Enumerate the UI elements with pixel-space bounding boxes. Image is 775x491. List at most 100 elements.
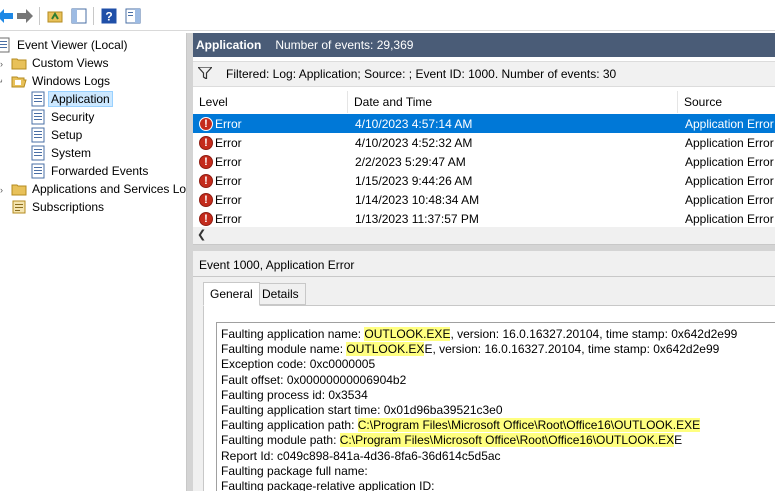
- scroll-left-icon[interactable]: ❮: [197, 228, 206, 241]
- help-button[interactable]: ?: [100, 7, 118, 25]
- event-source: Application Error: [685, 192, 774, 207]
- error-icon: !: [199, 135, 213, 150]
- tab-details[interactable]: Details: [255, 283, 306, 305]
- folder-icon: [11, 181, 27, 197]
- column-header-level[interactable]: Level: [193, 91, 348, 113]
- tree-item-label: Setup: [51, 128, 83, 142]
- details-title: Event 1000, Application Error: [199, 258, 355, 272]
- description-line: Report Id: c049c898-841a-4d36-8fa6-36d61…: [221, 448, 501, 463]
- error-icon: !: [199, 173, 213, 188]
- tree-item-application[interactable]: Application: [30, 90, 113, 108]
- table-row[interactable]: ! Error 4/10/2023 4:52:32 AM Application …: [193, 133, 775, 152]
- description-line: Faulting package-relative application ID…: [221, 478, 435, 491]
- tree-item-security[interactable]: Security: [30, 108, 96, 126]
- description-line: Faulting module path: C:\Program Files\M…: [221, 433, 683, 448]
- tree-item-label: Event Viewer (Local): [17, 38, 128, 52]
- event-datetime: 4/10/2023 4:52:32 AM: [355, 135, 473, 150]
- event-count: Number of events: 29,369: [275, 38, 414, 52]
- tree-item-subscriptions[interactable]: Subscriptions: [11, 198, 106, 216]
- table-row[interactable]: ! Error 4/10/2023 4:57:14 AM Application …: [193, 114, 775, 133]
- show-action-pane-button[interactable]: [124, 7, 142, 25]
- details-body: General Details Faulting application nam…: [193, 276, 775, 491]
- tree-item-system[interactable]: System: [30, 144, 93, 162]
- tab-general[interactable]: General: [203, 282, 260, 306]
- log-icon: [30, 145, 46, 161]
- event-level: Error: [215, 135, 242, 150]
- tree-item-label: Custom Views: [32, 56, 109, 70]
- highlighted-text: C:\Program Files\Microsoft Office\Root\O…: [339, 433, 675, 448]
- svg-text:?: ?: [105, 10, 112, 24]
- event-level: Error: [215, 211, 242, 226]
- highlighted-text: OUTLOOK.EXE: [364, 327, 451, 341]
- filter-text: Filtered: Log: Application; Source: ; Ev…: [226, 67, 617, 81]
- toolbar-separator: [39, 7, 40, 25]
- tree-item-label: Subscriptions: [32, 200, 105, 214]
- description-line: Faulting application name: OUTLOOK.EXE, …: [221, 327, 738, 341]
- tree-item-applications-and-services[interactable]: Applications and Services Lo: [11, 180, 187, 198]
- forward-button[interactable]: [16, 7, 34, 25]
- event-details-pane: Event 1000, Application Error General De…: [193, 251, 775, 491]
- console-tree: Event Viewer (Local) › Custom Views › Wi…: [0, 33, 187, 491]
- description-line: Faulting process id: 0x3534: [221, 387, 368, 402]
- tree-item-label: Forwarded Events: [51, 164, 149, 178]
- description-line: Faulting module name: OUTLOOK.EXE, versi…: [221, 342, 720, 357]
- folder-up-icon: [47, 11, 63, 23]
- folder-icon: [11, 55, 27, 71]
- event-source: Application Error: [685, 116, 774, 131]
- event-level: Error: [215, 192, 242, 207]
- up-folder-button[interactable]: [46, 7, 64, 25]
- event-list: Level Date and Time Source ! Error 4/10/2…: [193, 91, 775, 245]
- column-header-date-time[interactable]: Date and Time: [348, 91, 678, 113]
- table-row[interactable]: ! Error 1/15/2023 9:44:26 AM Application …: [193, 171, 775, 190]
- log-title: Application: [196, 38, 262, 52]
- tree-item-event-viewer[interactable]: Event Viewer (Local): [0, 36, 130, 54]
- subscriptions-icon: [11, 199, 27, 215]
- description-line: Faulting package full name:: [221, 463, 368, 478]
- event-datetime: 1/14/2023 10:48:34 AM: [355, 192, 480, 207]
- expand-arrow-icon[interactable]: ›: [0, 59, 3, 69]
- filter-bar: Filtered: Log: Application; Source: ; Ev…: [193, 61, 775, 87]
- event-source: Application Error: [685, 154, 774, 169]
- log-header: Application Number of events: 29,369: [193, 33, 775, 57]
- event-source: Application Error: [685, 173, 774, 188]
- tree-item-label: Security: [51, 110, 95, 124]
- horizontal-scrollbar[interactable]: ❮: [193, 227, 775, 244]
- show-hide-tree-button[interactable]: [70, 7, 88, 25]
- tree-item-label: Applications and Services Lo: [32, 182, 187, 196]
- event-datetime: 1/13/2023 11:37:57 PM: [355, 211, 479, 226]
- tree-item-setup[interactable]: Setup: [30, 126, 84, 144]
- highlighted-text: C:\Program Files\Microsoft Office\Root\O…: [357, 418, 701, 433]
- folder-open-icon: [11, 73, 27, 89]
- table-row[interactable]: ! Error 1/14/2023 10:48:34 AM Application…: [193, 190, 775, 209]
- tree-item-windows-logs[interactable]: Windows Logs: [11, 72, 112, 90]
- general-tab-panel: Faulting application name: OUTLOOK.EXE, …: [203, 305, 775, 491]
- expand-arrow-icon[interactable]: ›: [0, 185, 3, 195]
- collapse-arrow-icon[interactable]: ›: [0, 76, 6, 85]
- description-line: Fault offset: 0x00000000006904b2: [221, 372, 407, 387]
- help-icon: ?: [101, 8, 117, 24]
- results-pane: Application Number of events: 29,369 Fil…: [193, 33, 775, 491]
- toolbar: ?: [0, 0, 775, 31]
- tree-item-forwarded-events[interactable]: Forwarded Events: [30, 162, 150, 180]
- log-icon: [30, 163, 46, 179]
- action-pane-icon: [125, 8, 141, 24]
- description-line: Faulting application path: C:\Program Fi…: [221, 418, 701, 433]
- back-arrow-icon: [0, 9, 13, 23]
- log-icon: [30, 91, 46, 107]
- event-level: Error: [215, 116, 242, 131]
- error-icon: !: [199, 211, 213, 226]
- column-header-source[interactable]: Source: [678, 91, 775, 113]
- event-source: Application Error: [685, 211, 774, 226]
- table-row[interactable]: ! Error 1/13/2023 11:37:57 PM Application…: [193, 209, 775, 228]
- highlighted-text: OUTLOOK.EX: [346, 342, 425, 357]
- console-tree-icon: [71, 8, 87, 24]
- event-viewer-icon: [0, 37, 12, 53]
- event-datetime: 1/15/2023 9:44:26 AM: [355, 173, 473, 188]
- event-source: Application Error: [685, 135, 774, 150]
- table-row[interactable]: ! Error 2/2/2023 5:29:47 AM Application E…: [193, 152, 775, 171]
- error-icon: !: [199, 154, 213, 169]
- event-description: Faulting application name: OUTLOOK.EXE, …: [216, 322, 775, 491]
- back-button[interactable]: [0, 7, 14, 25]
- tree-item-custom-views[interactable]: Custom Views: [11, 54, 110, 72]
- error-icon: !: [199, 192, 213, 207]
